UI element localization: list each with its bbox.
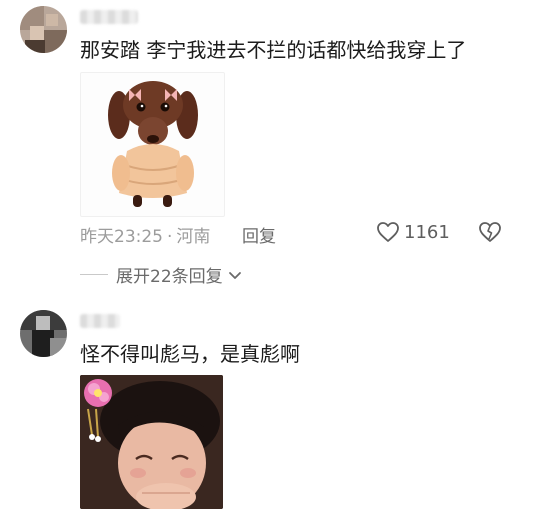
chevron-down-icon: [228, 271, 241, 279]
like-button[interactable]: 1161: [376, 221, 450, 243]
comment-text: 怪不得叫彪马，是真彪啊: [80, 342, 300, 366]
username[interactable]: [80, 314, 120, 328]
comment-item: 怪不得叫彪马，是真彪啊: [0, 300, 550, 509]
avatar[interactable]: [20, 310, 67, 357]
comment-item: 那安踏 李宁我进去不拦的话都快给我穿上了 昨天23:25 · 河南 回复 116…: [0, 0, 550, 300]
divider-line: [80, 274, 108, 275]
comment-text: 那安踏 李宁我进去不拦的话都快给我穿上了: [80, 38, 467, 62]
comment-image[interactable]: [80, 375, 223, 509]
comment-meta: 昨天23:25 · 河南: [80, 222, 210, 247]
username[interactable]: [80, 10, 138, 24]
comment-image[interactable]: [80, 72, 225, 217]
reply-button[interactable]: 回复: [242, 222, 276, 247]
comment-time: 昨天23:25: [80, 227, 163, 247]
avatar[interactable]: [20, 6, 67, 53]
expand-replies[interactable]: 展开22条回复: [80, 262, 243, 287]
comment-location: 河南: [176, 227, 211, 247]
heart-icon: [377, 222, 399, 242]
expand-replies-label: 展开22条回复: [116, 267, 223, 287]
separator-dot: ·: [167, 227, 173, 247]
broken-heart-icon: [479, 222, 501, 242]
dislike-button[interactable]: [478, 221, 502, 247]
like-count: 1161: [404, 221, 450, 243]
